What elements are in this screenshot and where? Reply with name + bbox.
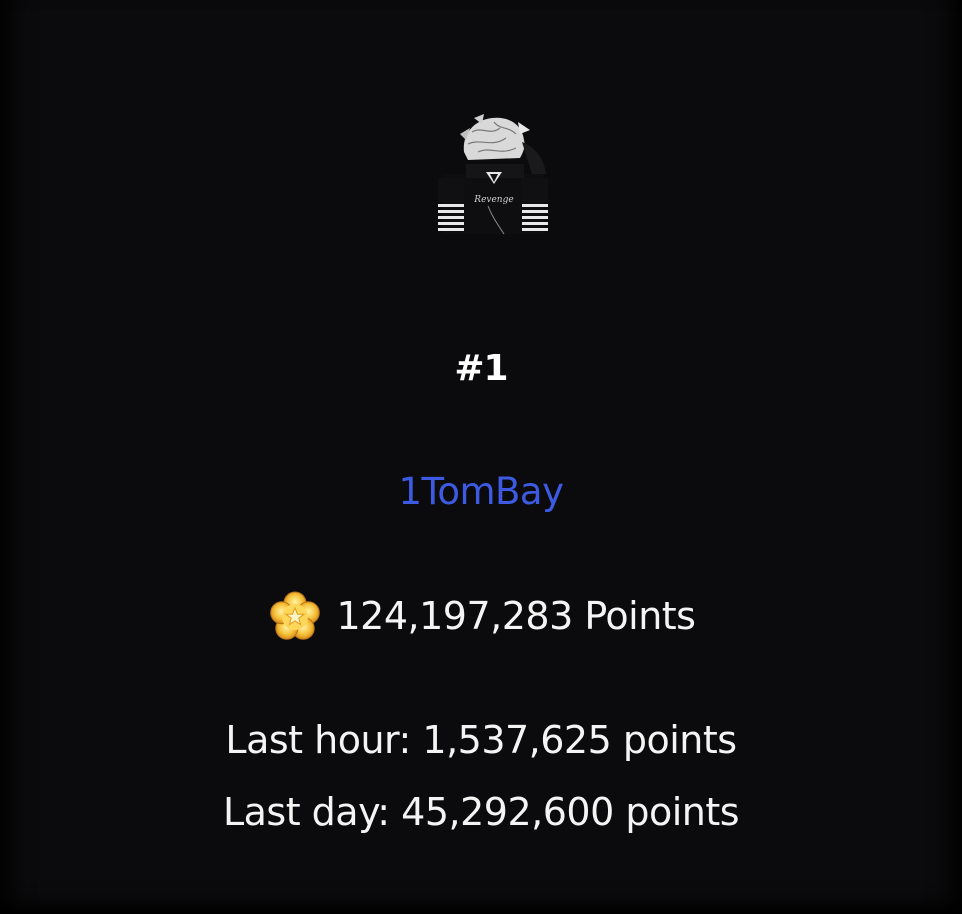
avatar[interactable]: Revenge (434, 112, 552, 236)
last-day-points: Last day: 45,292,600 points (222, 790, 740, 834)
total-points: 124,197,283 Points (336, 594, 696, 638)
total-points-row: 124,197,283 Points (0, 588, 962, 644)
rank-label: #1 (454, 348, 508, 389)
avatar-image: Revenge (438, 114, 548, 235)
leaderboard-card: Revenge #1 1TomBay 124,197,283 Points La… (0, 0, 962, 914)
username-link[interactable]: 1TomBay (0, 470, 962, 513)
svg-text:Revenge: Revenge (473, 195, 513, 205)
star-flower-icon (269, 591, 320, 640)
last-hour-points: Last hour: 1,537,625 points (225, 718, 737, 762)
